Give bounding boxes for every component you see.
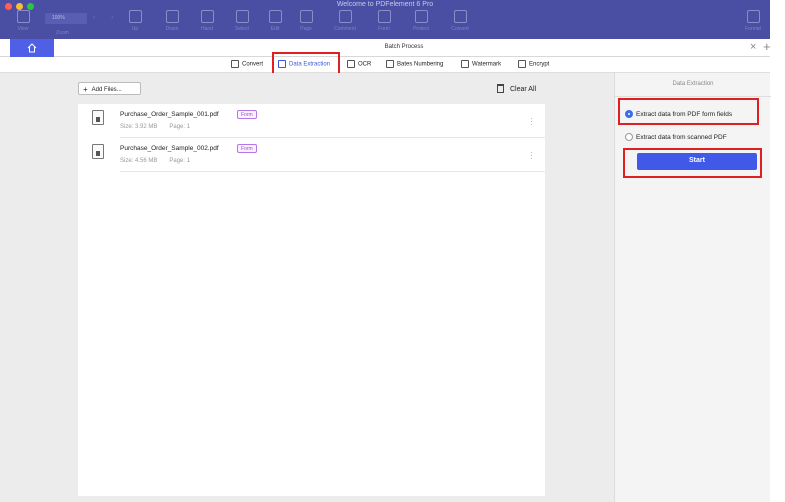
feature-convert[interactable]: Convert	[231, 60, 263, 68]
feature-ocr[interactable]: OCR	[347, 60, 371, 68]
toolbar-protect[interactable]: Protect	[406, 10, 436, 38]
convert-icon	[231, 60, 239, 68]
select-icon	[235, 10, 249, 23]
plus-icon: +	[83, 85, 88, 94]
toolbar-page-down-label: Down	[165, 26, 179, 32]
toolbar-page-add[interactable]: Up	[120, 10, 150, 38]
zoom-select[interactable]: 100%	[45, 13, 87, 24]
app-window: Welcome to PDFelement 6 Pro View 100% Zo…	[0, 0, 771, 502]
watermark-icon	[461, 60, 469, 68]
file-pages: Page: 1	[169, 124, 191, 130]
form-badge: Form	[237, 144, 257, 153]
page-down-icon	[165, 10, 179, 23]
forward-arrow-icon[interactable]: ›	[111, 14, 113, 21]
add-tab-icon[interactable]: +	[763, 39, 771, 54]
toolbar-form-label: Form	[378, 26, 390, 32]
toolbar-page[interactable]: Page	[291, 10, 321, 38]
toolbar-comment[interactable]: Comment	[330, 10, 360, 38]
toolbar-select[interactable]: Select	[227, 10, 257, 38]
back-arrow-icon[interactable]: ‹	[93, 14, 95, 21]
file-meta: Size: 3.92 MB Page: 1	[120, 124, 190, 130]
feature-watermark-label: Watermark	[472, 61, 502, 68]
list-item[interactable]: Purchase_Order_Sample_002.pdf Form Size:…	[78, 138, 545, 172]
file-name: Purchase_Order_Sample_002.pdf	[120, 145, 219, 152]
batch-feature-bar: Convert Data Extraction OCR Bates Number…	[0, 57, 770, 73]
clear-all-label: Clear All	[510, 86, 537, 93]
toolbar-view[interactable]: View	[8, 10, 38, 38]
toolbar-hand[interactable]: Hand	[192, 10, 222, 38]
toolbar-page-label: Page	[300, 26, 312, 32]
row-divider	[120, 171, 545, 172]
highlight-form-fields-option	[618, 98, 759, 125]
tab-batch-process[interactable]: Batch Process	[54, 44, 754, 50]
titlebar: Welcome to PDFelement 6 Pro View 100% Zo…	[0, 0, 770, 39]
file-size: Size: 4.56 MB	[120, 158, 158, 164]
add-page-icon	[128, 10, 142, 23]
file-meta: Size: 4.56 MB Page: 1	[120, 158, 190, 164]
toolbar-hand-label: Hand	[201, 26, 213, 32]
highlight-start-button	[623, 148, 762, 178]
file-list: Purchase_Order_Sample_001.pdf Form Size:…	[78, 104, 545, 496]
format-icon	[746, 10, 760, 23]
file-size: Size: 3.92 MB	[120, 124, 158, 130]
add-files-button[interactable]: + Add Files...	[78, 82, 141, 95]
add-files-label: Add Files...	[91, 87, 122, 93]
view-icon	[16, 10, 30, 23]
protect-icon	[414, 10, 428, 23]
close-tab-icon[interactable]: ×	[750, 41, 756, 53]
toolbar-comment-label: Comment	[334, 26, 356, 32]
home-icon	[27, 43, 37, 53]
pdf-file-icon	[92, 144, 104, 159]
form-icon	[377, 10, 391, 23]
zoom-label: Zoom	[56, 30, 69, 36]
trash-icon	[497, 84, 504, 93]
feature-bates-numbering[interactable]: Bates Numbering	[386, 60, 443, 68]
file-pages: Page: 1	[169, 158, 191, 164]
toolbar-format-label: Format	[745, 26, 761, 32]
toolbar-page-down[interactable]: Down	[157, 10, 187, 38]
feature-encrypt-label: Encrypt	[529, 61, 550, 68]
feature-encrypt[interactable]: Encrypt	[518, 60, 549, 68]
feature-convert-label: Convert	[242, 61, 264, 68]
toolbar-select-label: Select	[235, 26, 249, 32]
bates-numbering-icon	[386, 60, 394, 68]
toolbar-edit-label: Edit	[270, 26, 280, 32]
hand-icon	[200, 10, 214, 23]
toolbar-form[interactable]: Form	[369, 10, 399, 38]
radio-unselected[interactable]	[625, 133, 633, 141]
page-icon	[299, 10, 313, 23]
toolbar-convert-label: Convert	[451, 26, 469, 32]
clear-all-button[interactable]: Clear All	[497, 84, 536, 93]
home-tab[interactable]	[10, 39, 54, 57]
option-scanned-pdf[interactable]: Extract data from scanned PDF	[625, 133, 727, 141]
toolbar-view-label: View	[17, 26, 29, 32]
convert-icon	[453, 10, 467, 23]
toolbar-edit[interactable]: Edit	[260, 10, 290, 38]
pdf-file-icon	[92, 110, 104, 125]
feature-bates-numbering-label: Bates Numbering	[397, 61, 444, 68]
edit-icon	[268, 10, 282, 23]
form-badge: Form	[237, 110, 257, 119]
options-panel: Data Extraction Extract data from PDF fo…	[614, 73, 771, 502]
panel-title: Data Extraction	[672, 81, 714, 87]
toolbar-convert[interactable]: Convert	[445, 10, 475, 38]
more-options-icon[interactable]: · · ·	[530, 149, 533, 163]
feature-ocr-label: OCR	[358, 61, 372, 68]
comment-icon	[338, 10, 352, 23]
toolbar-protect-label: Protect	[413, 26, 429, 32]
encrypt-icon	[518, 60, 526, 68]
feature-watermark[interactable]: Watermark	[461, 60, 501, 68]
panel-divider	[615, 96, 771, 97]
window-title: Welcome to PDFelement 6 Pro	[336, 1, 434, 8]
option-scanned-pdf-label: Extract data from scanned PDF	[636, 134, 727, 141]
tab-bar: Batch Process × +	[0, 39, 771, 57]
toolbar-page-add-label: Up	[131, 26, 139, 32]
list-item[interactable]: Purchase_Order_Sample_001.pdf Form Size:…	[78, 104, 545, 138]
toolbar-format[interactable]: Format	[738, 10, 768, 38]
more-options-icon[interactable]: · · ·	[530, 115, 533, 129]
ocr-icon	[347, 60, 355, 68]
file-name: Purchase_Order_Sample_001.pdf	[120, 111, 219, 118]
